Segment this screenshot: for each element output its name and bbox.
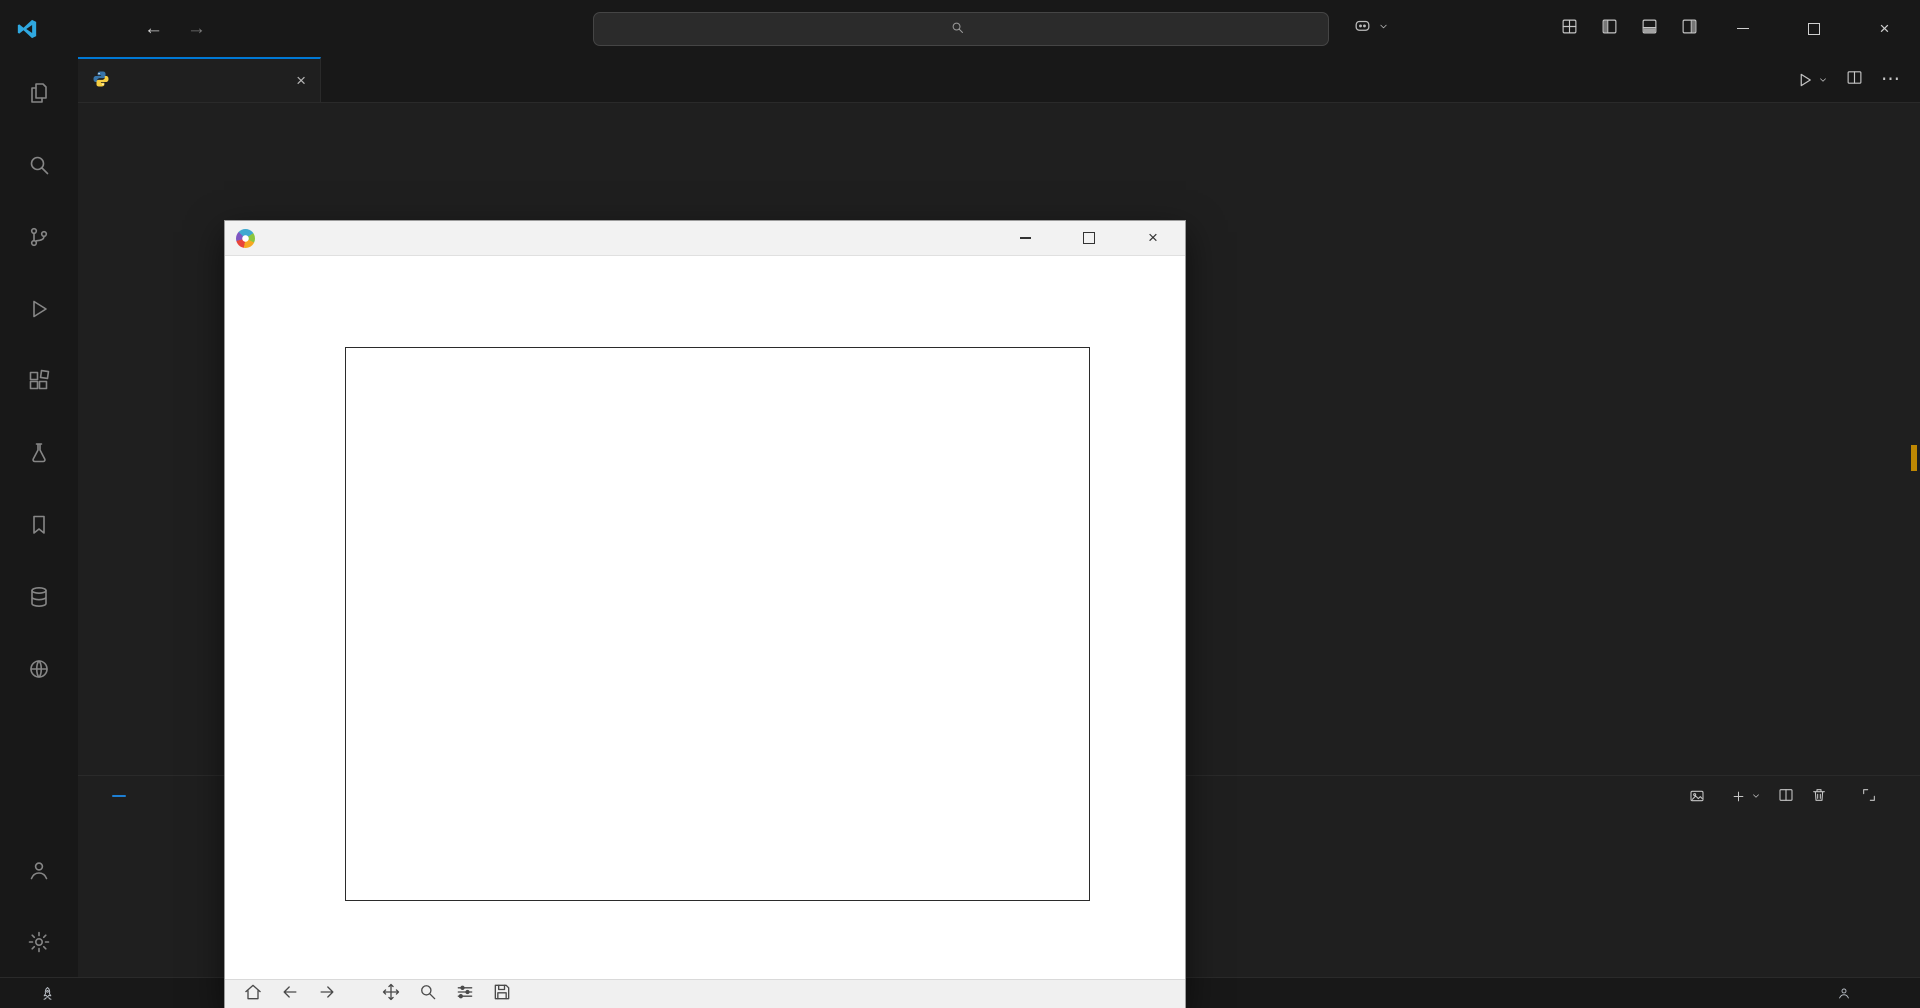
launchpad-status[interactable] — [32, 986, 70, 1001]
tab-problems[interactable] — [103, 795, 126, 797]
back-arrow-icon[interactable]: ← — [144, 18, 163, 40]
figure-minimize-button[interactable] — [993, 221, 1057, 255]
figure-window[interactable]: × — [224, 220, 1186, 1008]
activity-extensions-icon[interactable] — [0, 345, 78, 417]
forward-button[interactable] — [317, 982, 337, 1006]
editor-actions: ⋯ — [1796, 57, 1920, 102]
status-left — [10, 986, 70, 1001]
activity-globe-icon[interactable] — [0, 633, 78, 705]
history-nav: ← → — [144, 18, 206, 40]
save-button[interactable] — [492, 982, 512, 1006]
activity-database-icon[interactable] — [0, 561, 78, 633]
plot-area — [345, 347, 1090, 901]
problems-count-badge — [112, 795, 126, 797]
activity-account-icon[interactable] — [0, 834, 78, 906]
search-icon — [950, 20, 965, 39]
account-status[interactable] — [1829, 986, 1866, 1000]
vscode-window: ← → × × ⋯ × — [0, 0, 1920, 1008]
activity-bookmarks-icon[interactable] — [0, 489, 78, 561]
layout-controls — [1561, 0, 1698, 57]
editor-tab-bar: × ⋯ — [78, 57, 1920, 103]
tab-close-icon[interactable]: × — [296, 71, 306, 91]
status-right — [1734, 986, 1910, 1000]
figure-canvas — [225, 256, 1185, 1008]
close-button[interactable]: × — [1849, 0, 1920, 57]
figure-maximize-button[interactable] — [1057, 221, 1121, 255]
toggle-sidebar-icon[interactable] — [1601, 18, 1618, 40]
minimize-button[interactable] — [1707, 0, 1778, 57]
trash-icon[interactable] — [1811, 787, 1827, 806]
layout-grid-icon[interactable] — [1561, 18, 1578, 40]
figure-toolbar — [225, 979, 1185, 1008]
panel-actions — [1689, 787, 1894, 806]
code-lines — [78, 136, 1920, 138]
pan-button[interactable] — [381, 982, 401, 1006]
command-center-search[interactable] — [593, 12, 1329, 46]
forward-arrow-icon[interactable]: → — [187, 18, 206, 40]
toggle-panel-icon[interactable] — [1641, 18, 1658, 40]
tab-sales-analysis[interactable]: × — [78, 57, 321, 102]
more-actions-icon[interactable]: ⋯ — [1881, 68, 1900, 91]
figure-close-button[interactable]: × — [1121, 221, 1185, 255]
copilot-menu[interactable] — [1353, 16, 1389, 40]
split-panel-icon[interactable] — [1778, 787, 1794, 806]
overview-ruler-warning-marker — [1911, 445, 1917, 471]
minimap[interactable] — [1729, 138, 1892, 210]
chevron-down-icon — [1378, 19, 1389, 37]
maximize-button[interactable] — [1778, 0, 1849, 57]
figure-titlebar[interactable]: × — [225, 221, 1185, 256]
home-button[interactable] — [243, 982, 263, 1006]
run-button[interactable] — [1796, 71, 1828, 89]
split-editor-icon[interactable] — [1846, 69, 1863, 91]
python-file-icon — [92, 70, 110, 92]
title-bar: ← → × — [0, 0, 1920, 58]
activity-run-debug-icon[interactable] — [0, 273, 78, 345]
vscode-logo-icon — [16, 18, 38, 40]
toggle-secondary-sidebar-icon[interactable] — [1681, 18, 1698, 40]
activity-testing-icon[interactable] — [0, 417, 78, 489]
maximize-panel-icon[interactable] — [1861, 787, 1877, 806]
breadcrumb — [78, 103, 1920, 136]
new-terminal-button[interactable] — [1731, 789, 1761, 804]
subplots-button[interactable] — [455, 982, 475, 1006]
activity-settings-icon[interactable] — [0, 906, 78, 978]
window-controls: × — [1707, 0, 1920, 57]
zoom-button[interactable] — [418, 982, 438, 1006]
activity-explorer-icon[interactable] — [0, 57, 78, 129]
terminal-profile-button[interactable] — [1689, 788, 1714, 804]
copilot-icon — [1353, 16, 1372, 40]
activity-source-control-icon[interactable] — [0, 201, 78, 273]
matplotlib-icon — [236, 228, 255, 248]
figure-window-controls: × — [993, 221, 1185, 255]
activity-search-icon[interactable] — [0, 129, 78, 201]
menu-more[interactable] — [50, 24, 72, 34]
back-button[interactable] — [280, 982, 300, 1006]
activity-bar — [0, 57, 78, 978]
